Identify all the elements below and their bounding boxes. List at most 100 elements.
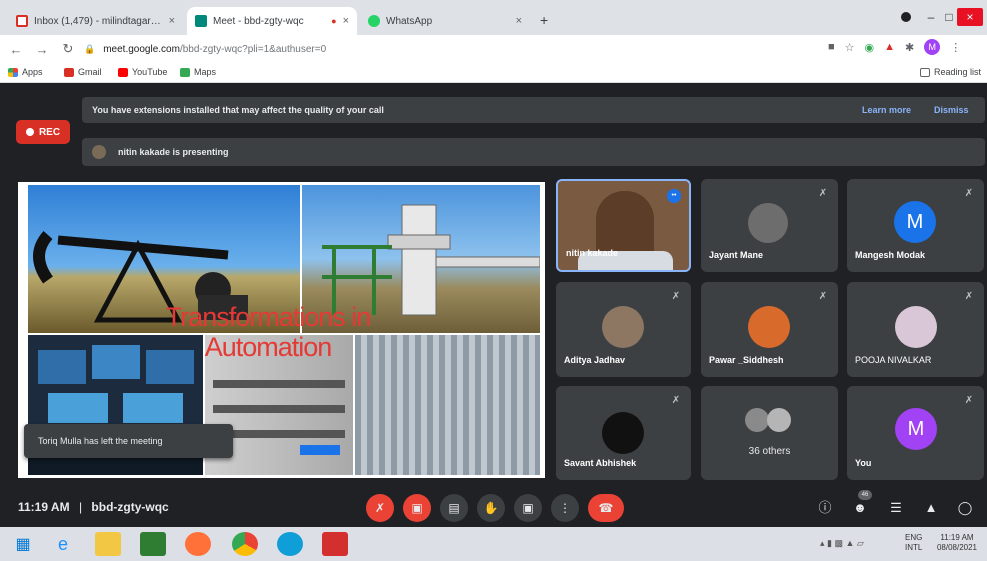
extension-icon[interactable]: ◉ [865,41,875,55]
new-tab-button[interactable]: + [540,12,548,28]
reload-icon[interactable]: ↻ [58,41,78,57]
bookmark-gmail[interactable]: Gmail [64,67,102,77]
menu-icon[interactable]: ⋮ [950,41,961,55]
participant-name: Pawar _Siddhesh [709,355,784,365]
url-path: /bbd-zgty-wqc?pli=1&authuser=0 [179,43,327,55]
edge-icon[interactable] [277,532,303,556]
participant-avatar [748,306,790,348]
gmail-icon [16,15,28,27]
presenting-bar: nitin kakade is presenting [82,138,985,166]
browser-tab-strip: Inbox (1,479) - milindtagare@(… × Meet -… [0,0,987,35]
recording-badge: REC [16,120,70,144]
speaking-indicator-icon: •• [667,189,681,203]
camera-toggle-button[interactable]: ▣ [403,494,431,522]
learn-more-link[interactable]: Learn more [862,105,911,115]
windows-taskbar: ▦ e ▴ ▮ ▩ ▲ ▱ ENG INTL 11:19 AM 08/08/20… [0,527,987,561]
url-field[interactable]: 🔒 meet.google.com/bbd-zgty-wqc?pli=1&aut… [84,39,844,59]
present-button[interactable]: ▣ [514,494,542,522]
participant-tile[interactable]: ✗ POOJA NIVALKAR [847,282,984,377]
maximize-icon[interactable]: □ [941,8,957,26]
more-vert-icon: ⋮ [559,501,571,515]
people-count-badge: 46 [858,490,872,500]
participant-tile[interactable]: ✗ Pawar _Siddhesh [701,282,838,377]
participant-tile[interactable]: •• nitin kakade [556,179,691,272]
others-tile[interactable]: 36 others [701,386,838,480]
captions-button[interactable]: ▤ [440,494,468,522]
raise-hand-button[interactable]: ✋ [477,494,505,522]
close-icon[interactable]: × [343,15,349,27]
slide-title: Transformations in Automation [165,302,372,362]
hand-icon: ✋ [483,501,499,515]
host-controls-icon[interactable]: ◯ [955,498,975,518]
back-icon[interactable]: ← [6,42,26,57]
tab-search-icon[interactable] [898,8,914,26]
participant-avatar: M [894,201,936,243]
participant-tile[interactable]: ✗ Savant Abhishek [556,386,691,480]
people-icon[interactable]: ☻ 46 [850,490,872,518]
address-bar-row: ← → ↻ 🔒 meet.google.com/bbd-zgty-wqc?pli… [0,35,987,63]
taskbar-clock[interactable]: 11:19 AM 08/08/2021 [932,533,982,553]
internet-explorer-icon[interactable]: e [50,532,76,556]
participant-name: nitin kakade [566,248,619,258]
close-icon[interactable]: × [516,15,522,27]
participant-avatar [748,203,788,243]
mic-off-icon: ✗ [671,291,681,302]
tab-meet[interactable]: Meet - bbd-zgty-wqc ● × [187,7,357,35]
windows-start-icon[interactable]: ▦ [10,532,36,556]
bookmark-maps[interactable]: Maps [180,67,216,77]
record-icon [25,128,34,136]
profile-avatar[interactable]: M [924,39,941,55]
participant-avatar [602,306,644,348]
participant-name: Jayant Mane [709,250,764,260]
close-icon[interactable]: × [169,15,175,27]
chrome-icon[interactable] [232,532,258,556]
minimize-icon[interactable]: – [923,8,939,26]
window-close-icon[interactable]: × [957,8,983,26]
self-avatar: M [895,408,937,450]
tab-title: WhatsApp [386,15,433,27]
self-tile[interactable]: M ✗ You [847,386,984,480]
maps-icon [180,67,190,77]
mic-toggle-button[interactable]: ✗ [366,494,394,522]
extensions-puzzle-icon[interactable]: ✱ [905,41,914,55]
chat-icon[interactable]: ☰ [886,498,906,518]
system-tray-icons[interactable]: ▴ ▮ ▩ ▲ ▱ [820,538,864,548]
file-explorer-icon[interactable] [95,532,121,556]
mic-off-icon: ✗ [964,395,974,406]
forward-icon[interactable]: → [32,42,52,57]
meeting-details: 11:19 AM | bbd-zgty-wqc [18,500,169,514]
tab-whatsapp[interactable]: WhatsApp × [360,7,530,35]
url-host: meet.google.com [103,43,180,55]
bookmark-star-icon[interactable]: ☆ [845,41,855,55]
firefox-icon[interactable] [185,532,211,556]
store-icon[interactable] [140,532,166,556]
participant-avatar [895,306,937,348]
lock-icon: 🔒 [84,43,96,54]
bookmark-apps[interactable]: Apps [8,67,43,77]
input-language[interactable]: ENG INTL [905,533,922,553]
apps-grid-icon [8,67,18,77]
activities-icon[interactable]: ▲ [921,498,941,518]
leave-call-button[interactable]: ☎ [588,494,624,522]
participant-tile[interactable]: ✗ Jayant Mane [701,179,838,272]
presenter-avatar [92,145,106,159]
camera-icon[interactable]: ■ [828,41,835,55]
meet-stage: You have extensions installed that may a… [0,84,987,527]
participant-tile[interactable]: M ✗ Mangesh Modak [847,179,984,272]
mic-off-icon: ✗ [964,188,974,199]
extension-icon[interactable]: ▲ [884,41,895,55]
meeting-info-icon[interactable]: ⓘ [815,498,835,518]
tab-gmail[interactable]: Inbox (1,479) - milindtagare@(… × [8,7,183,35]
more-options-button[interactable]: ⋮ [551,494,579,522]
acrobat-icon[interactable] [322,532,348,556]
mic-off-icon: ✗ [964,291,974,302]
present-icon: ▣ [522,501,534,515]
participant-tile[interactable]: ✗ Aditya Jadhav [556,282,691,377]
dismiss-button[interactable]: Dismiss [934,105,969,115]
reading-list-button[interactable]: Reading list [920,67,981,77]
bookmarks-bar: Apps Gmail YouTube Maps Reading list [0,63,987,83]
recording-dot-icon: ● [331,16,337,26]
bookmark-youtube[interactable]: YouTube [118,67,167,77]
mic-off-icon: ✗ [818,188,828,199]
meet-icon [195,15,207,27]
